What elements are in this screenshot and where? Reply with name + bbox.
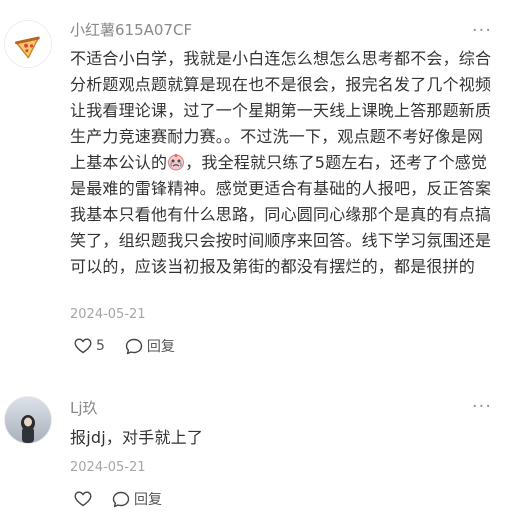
reply-label: 回复 xyxy=(146,339,175,355)
comment-actions: 5 回复 xyxy=(74,336,175,356)
reply-button[interactable]: 回复 xyxy=(125,336,175,356)
chat-bubble-icon xyxy=(125,338,143,355)
chat-bubble-icon xyxy=(112,491,130,508)
heart-icon xyxy=(74,491,92,507)
crying-face-icon xyxy=(168,154,185,171)
more-options-icon[interactable]: ··· xyxy=(472,22,492,40)
comment-date: 2024-05-21 xyxy=(70,307,146,322)
user-photo-icon xyxy=(5,397,51,443)
comment-date: 2024-05-21 xyxy=(70,460,146,475)
reply-button[interactable]: 回复 xyxy=(112,489,162,509)
comment-text: 不适合小白学，我就是小白连怎么想怎么思考都不会，综合分析题观点题就算是现在也不是… xyxy=(70,46,498,280)
reply-label: 回复 xyxy=(134,492,162,508)
like-count: 5 xyxy=(96,338,105,354)
heart-icon xyxy=(74,338,92,354)
comment-actions: 回复 xyxy=(74,489,162,509)
like-button[interactable]: 5 xyxy=(74,338,105,354)
avatar[interactable] xyxy=(4,396,52,444)
like-button[interactable] xyxy=(74,491,92,507)
pizza-slice-icon xyxy=(15,36,40,59)
avatar[interactable] xyxy=(4,20,52,68)
more-options-icon[interactable]: ··· xyxy=(472,398,492,416)
comment-username[interactable]: 小红薯615A07CF xyxy=(70,20,192,40)
comment-username[interactable]: Lj玖 xyxy=(70,398,98,418)
comment-text: 报jdj，对手就上了 xyxy=(70,428,204,447)
